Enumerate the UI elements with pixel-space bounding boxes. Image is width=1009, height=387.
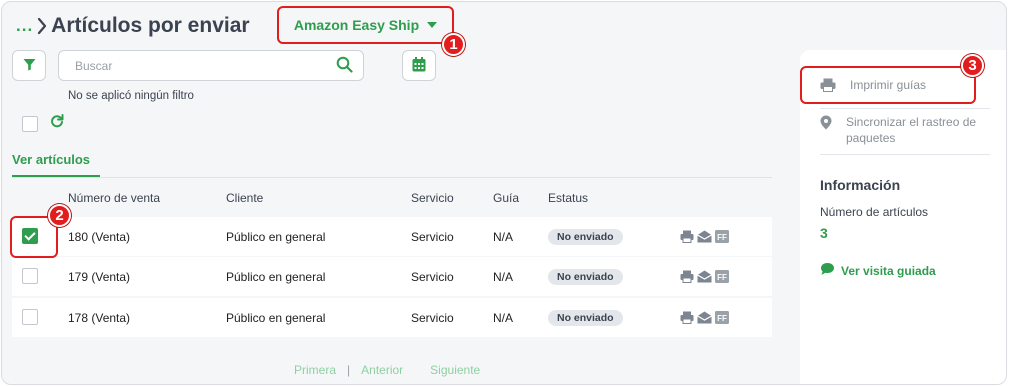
sale-number: 180 (Venta) — [68, 230, 131, 244]
column-header-status: Estatus — [548, 191, 589, 205]
sidebar-divider — [820, 154, 990, 155]
sync-tracking-button[interactable]: Sincronizar el rastreo de paquetes — [820, 114, 990, 146]
row-actions: FF — [680, 311, 729, 327]
channel-label: Amazon Easy Ship — [293, 17, 420, 33]
row-actions: FF — [680, 270, 729, 286]
select-all-checkbox[interactable] — [22, 116, 38, 132]
sync-tracking-label: Sincronizar el rastreo de paquetes — [846, 115, 977, 145]
annotation-badge-2: 2 — [48, 204, 71, 227]
client-name: Público en general — [226, 230, 326, 244]
page-title: Artículos por enviar — [51, 14, 250, 37]
filter-status-text: No se aplicó ningún filtro — [68, 90, 194, 102]
filter-button[interactable] — [12, 50, 46, 81]
tab-active-indicator — [12, 175, 100, 177]
calendar-icon — [412, 56, 426, 75]
guide: N/A — [493, 270, 514, 284]
pagination-next[interactable]: Siguiente — [430, 363, 480, 377]
guided-tour-label: Ver visita guiada — [841, 263, 936, 278]
column-header-client: Cliente — [226, 191, 264, 205]
breadcrumb-back[interactable]: ... — [16, 16, 33, 36]
pagination-first[interactable]: Primera — [294, 363, 336, 377]
client-name: Público en general — [226, 270, 326, 284]
item-count-label: Número de artículos — [820, 205, 929, 219]
status-badge: No enviado — [548, 229, 623, 245]
tab-divider — [12, 177, 772, 178]
pagination: Primera | Anterior Siguiente — [294, 363, 480, 377]
status-badge: No enviado — [548, 310, 623, 326]
caret-down-icon — [427, 22, 438, 28]
annotation-badge-1: 1 — [442, 33, 465, 56]
svg-text:FF: FF — [717, 233, 727, 242]
envelope-icon[interactable] — [697, 311, 712, 327]
ff-icon[interactable]: FF — [715, 230, 729, 246]
refresh-icon[interactable] — [50, 114, 64, 131]
svg-text:FF: FF — [717, 314, 727, 323]
client-name: Público en general — [226, 311, 326, 325]
row-checkbox[interactable] — [22, 268, 38, 284]
table-row[interactable]: 178 (Venta) Público en general Servicio … — [12, 298, 772, 337]
envelope-icon[interactable] — [697, 270, 712, 286]
annotation-badge-3: 3 — [961, 54, 984, 77]
search-box — [58, 50, 364, 81]
calendar-button[interactable] — [402, 50, 436, 81]
service: Servicio — [411, 270, 454, 284]
row-checkbox[interactable] — [22, 309, 38, 325]
ff-icon[interactable]: FF — [715, 270, 729, 286]
row-actions: FF — [680, 230, 729, 246]
item-count-value: 3 — [820, 225, 828, 241]
status-badge: No enviado — [548, 269, 623, 285]
search-icon[interactable] — [336, 56, 353, 76]
guide: N/A — [493, 230, 514, 244]
app-frame: ... Artículos por enviar Amazon Easy Shi… — [1, 1, 1007, 385]
sale-number: 178 (Venta) — [68, 311, 131, 325]
printer-icon[interactable] — [680, 230, 694, 246]
ff-icon[interactable]: FF — [715, 311, 729, 327]
table-row[interactable]: 180 (Venta) Público en general Servicio … — [12, 217, 772, 256]
pagination-separator: | — [347, 363, 351, 377]
guide: N/A — [493, 311, 514, 325]
column-header-sale: Número de venta — [68, 191, 161, 205]
filter-icon — [23, 58, 36, 74]
tab-ver-articulos[interactable]: Ver artículos — [12, 152, 90, 167]
location-pin-icon — [820, 115, 832, 133]
sidebar-divider — [820, 108, 990, 109]
envelope-icon[interactable] — [697, 230, 712, 246]
info-title: Información — [820, 177, 901, 193]
svg-text:FF: FF — [717, 273, 727, 282]
table-row[interactable]: 179 (Venta) Público en general Servicio … — [12, 257, 772, 296]
service: Servicio — [411, 311, 454, 325]
chat-bubble-icon — [820, 262, 835, 279]
breadcrumb: ... Artículos por enviar — [16, 14, 250, 38]
guided-tour-link[interactable]: Ver visita guiada — [820, 262, 936, 279]
search-input[interactable] — [75, 58, 336, 73]
sale-number: 179 (Venta) — [68, 270, 131, 284]
column-header-guide: Guía — [493, 191, 520, 205]
channel-dropdown[interactable]: Amazon Easy Ship — [277, 6, 454, 44]
printer-icon[interactable] — [680, 270, 694, 286]
column-header-service: Servicio — [411, 191, 454, 205]
chevron-right-icon — [37, 17, 47, 35]
printer-icon[interactable] — [680, 311, 694, 327]
service: Servicio — [411, 230, 454, 244]
annotation-highlight-3 — [800, 66, 976, 104]
pagination-prev[interactable]: Anterior — [361, 363, 403, 377]
